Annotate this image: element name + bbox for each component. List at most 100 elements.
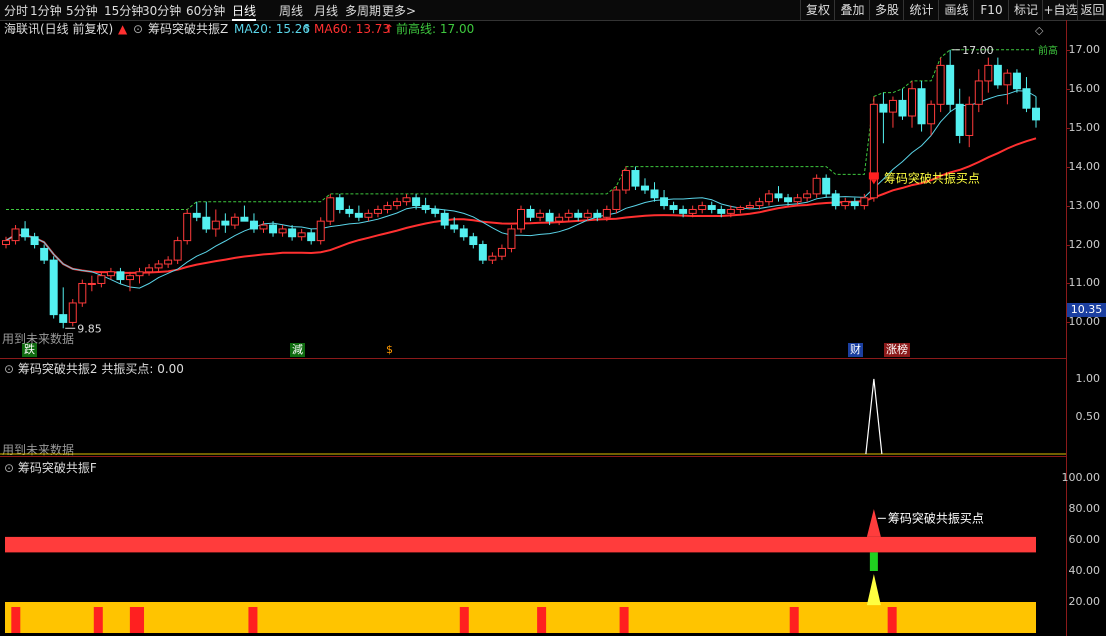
y-tick-label: 16.00 <box>1068 81 1101 95</box>
candle-body <box>984 64 993 82</box>
candle-body <box>59 314 68 323</box>
candle-body <box>726 208 735 214</box>
future-data-note: 用到未来数据 <box>2 332 75 346</box>
period-tab-0[interactable]: 分时 <box>4 2 28 19</box>
candle-body <box>402 197 411 203</box>
candle-body <box>2 240 10 246</box>
candle-body <box>955 103 964 136</box>
period-tab-4[interactable]: 30分钟 <box>142 2 181 19</box>
candle-body <box>249 220 258 230</box>
y-tick-label: 12.00 <box>1068 237 1101 251</box>
candle-body <box>21 228 30 238</box>
marker-zhangbang[interactable]: 涨榜 <box>884 343 910 357</box>
candle-body <box>803 193 812 199</box>
candle-body <box>669 205 678 210</box>
candle-body <box>946 64 955 105</box>
candle-body <box>288 228 297 238</box>
low-price-label: 9.85 <box>77 322 102 335</box>
toolbar-button-6[interactable]: 标记 <box>1008 0 1043 20</box>
candle-body <box>1032 107 1040 121</box>
toolbar-button-1[interactable]: 叠加 <box>834 0 870 20</box>
candle-body <box>421 205 430 210</box>
candle-body <box>936 64 945 105</box>
pane3-signal-green <box>869 552 878 571</box>
y-tick-label: 14.00 <box>1068 159 1101 173</box>
pane3-signal-yellow <box>866 574 881 606</box>
candle-body <box>11 228 20 242</box>
stock-name: 海联讯(日线 前复权) <box>4 22 114 36</box>
candle-body <box>278 228 287 234</box>
candle-body <box>631 170 640 187</box>
candle-body <box>927 103 936 125</box>
candle-body <box>784 197 793 203</box>
candle-body <box>736 207 745 210</box>
candle-body <box>507 228 516 249</box>
pane3-yellow-band <box>5 602 1036 633</box>
candlestick-chart[interactable]: 筹码突破共振买点 17.00 9.85 前高 <box>0 38 1066 358</box>
candle-body <box>841 201 850 207</box>
peak-tag: 前高 <box>1038 44 1058 57</box>
period-tab-2[interactable]: 5分钟 <box>66 2 98 19</box>
candle-body <box>879 103 888 113</box>
period-tab-8[interactable]: 月线 <box>314 2 338 19</box>
toolbar-button-3[interactable]: 统计 <box>903 0 939 20</box>
pane2-chart[interactable] <box>0 359 1066 456</box>
period-tab-9[interactable]: 多周期 <box>345 2 381 19</box>
ma60-arrow-icon: ↑ <box>384 22 395 36</box>
candle-body <box>259 224 268 230</box>
candle-body <box>459 228 468 238</box>
candle-body <box>698 205 707 210</box>
toolbar-button-2[interactable]: 多股 <box>869 0 904 20</box>
pane3-chart[interactable]: 筹码突破共振买点 <box>0 457 1066 636</box>
candle-body <box>831 193 840 207</box>
period-tab-3[interactable]: 15分钟 <box>104 2 143 19</box>
y-tick <box>1066 244 1070 246</box>
candle-body <box>202 216 211 230</box>
y-tick <box>1066 88 1070 90</box>
candle-body <box>745 205 754 209</box>
candle-body <box>269 224 278 234</box>
settings-diamond-icon[interactable]: ◇ <box>1035 24 1043 37</box>
indicator-name[interactable]: 筹码突破共振Z <box>148 20 228 38</box>
period-tab-5[interactable]: 60分钟 <box>186 2 225 19</box>
candle-body <box>97 275 106 284</box>
candle-body <box>450 224 459 230</box>
candle-body <box>564 212 573 218</box>
candle-body <box>1003 72 1012 86</box>
candle-body <box>469 236 478 246</box>
candle-body <box>812 177 821 195</box>
toolbar-button-4[interactable]: 画线 <box>938 0 974 20</box>
candle-body <box>660 197 669 207</box>
y-tick <box>1066 283 1070 285</box>
candle-body <box>316 220 325 242</box>
candle-body <box>993 64 1002 86</box>
candle-body <box>640 185 649 191</box>
period-tab-7[interactable]: 周线 <box>279 2 303 19</box>
marker-cai[interactable]: 财 <box>848 343 863 357</box>
period-tab-10[interactable]: 更多> <box>382 2 416 19</box>
indicator-settings-icon[interactable]: ⊙ <box>133 20 143 38</box>
ma20-arrow-icon: ↑ <box>302 22 313 36</box>
toolbar-button-0[interactable]: 复权 <box>800 0 835 20</box>
candle-body <box>221 220 230 226</box>
candle-body <box>536 212 545 218</box>
y-tick <box>1066 205 1070 207</box>
candle-body <box>898 99 907 117</box>
toolbar-button-5[interactable]: F10 <box>973 0 1009 20</box>
y-tick <box>1066 166 1070 168</box>
candle-body <box>888 99 897 113</box>
toolbar-button-8[interactable]: 返回 <box>1077 0 1106 20</box>
y-tick-label: 10.00 <box>1068 315 1101 329</box>
marker-dollar[interactable]: $ <box>384 343 395 357</box>
candle-body <box>793 197 802 203</box>
period-tab-6[interactable]: 日线 <box>232 2 257 21</box>
candle-body <box>860 197 869 207</box>
pane3-y-tick-label: 20.00 <box>1068 595 1101 608</box>
marker-jian[interactable]: 減 <box>290 343 305 357</box>
pane3-y-tick-label: 80.00 <box>1068 502 1101 515</box>
candle-body <box>965 103 974 136</box>
indicator-up-arrow-icon[interactable]: ▲ <box>118 20 127 38</box>
candle-body <box>497 247 506 257</box>
period-tab-1[interactable]: 1分钟 <box>30 2 62 19</box>
toolbar-button-7[interactable]: +自选 <box>1042 0 1078 20</box>
